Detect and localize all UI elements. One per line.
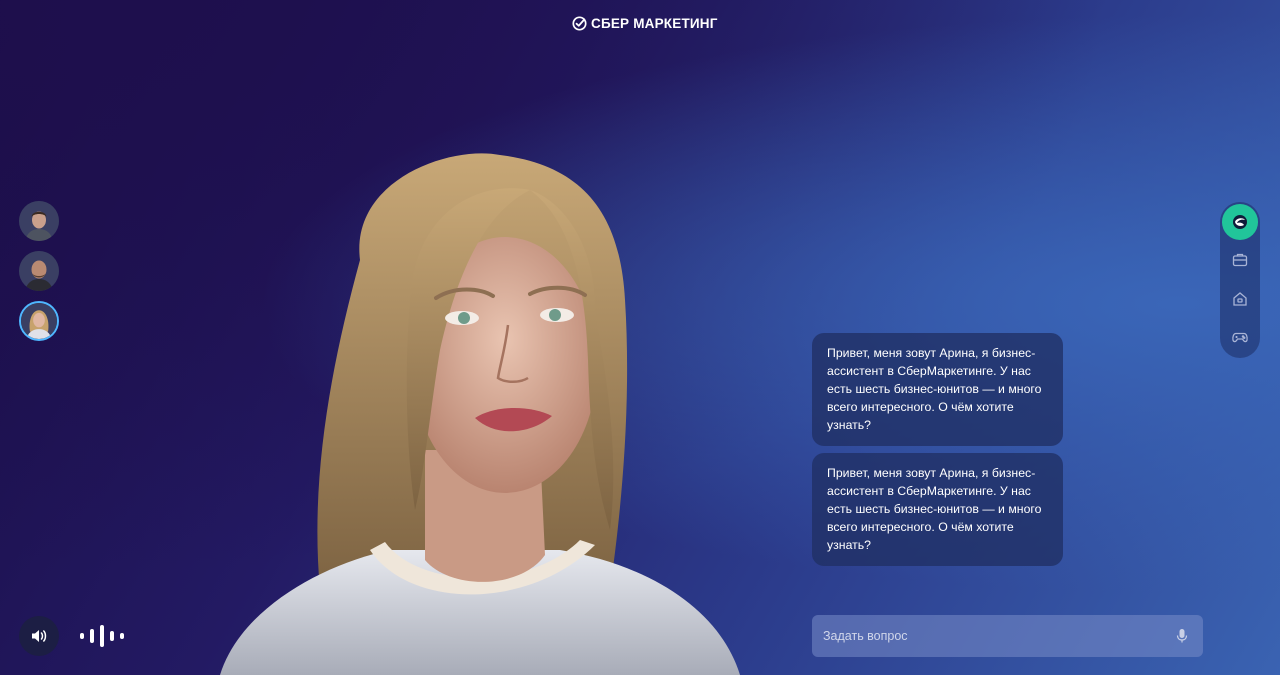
sber-marketing-logo: СБЕР МАРКЕТИНГ (572, 16, 718, 31)
rail-games-button[interactable] (1222, 320, 1258, 356)
persona-man-2[interactable] (19, 251, 59, 291)
question-field (812, 615, 1203, 657)
rail-assistant-button[interactable] (1222, 204, 1258, 240)
speaker-icon (32, 630, 47, 642)
avatar-man-icon (19, 201, 59, 241)
persona-selector (19, 201, 59, 341)
assistant-message: Привет, меня зовут Арина, я бизнес-ассис… (812, 453, 1063, 566)
sound-toggle-button[interactable] (19, 616, 59, 656)
avatar-man-bald-icon (19, 251, 59, 291)
logo-text: СБЕР МАРКЕТИНГ (591, 16, 718, 31)
microphone-icon[interactable] (1175, 628, 1189, 644)
rail-home-button[interactable] (1222, 281, 1258, 317)
avatar-woman-icon (21, 303, 57, 339)
voice-wave-icon (80, 622, 124, 650)
assistant-message: Привет, меня зовут Арина, я бизнес-ассис… (812, 333, 1063, 446)
home-icon (1233, 291, 1247, 306)
briefcase-icon (1232, 254, 1248, 267)
assistant-avatar (220, 153, 740, 675)
assistant-swirl-icon (1233, 214, 1247, 229)
persona-arina[interactable] (19, 301, 59, 341)
chat-messages: Привет, меня зовут Арина, я бизнес-ассис… (812, 333, 1063, 566)
question-input[interactable] (821, 628, 1175, 644)
gamepad-icon (1232, 333, 1248, 343)
right-rail-menu (1220, 202, 1260, 358)
sber-check-icon (572, 16, 587, 31)
rail-briefcase-button[interactable] (1222, 243, 1258, 279)
persona-man-1[interactable] (19, 201, 59, 241)
